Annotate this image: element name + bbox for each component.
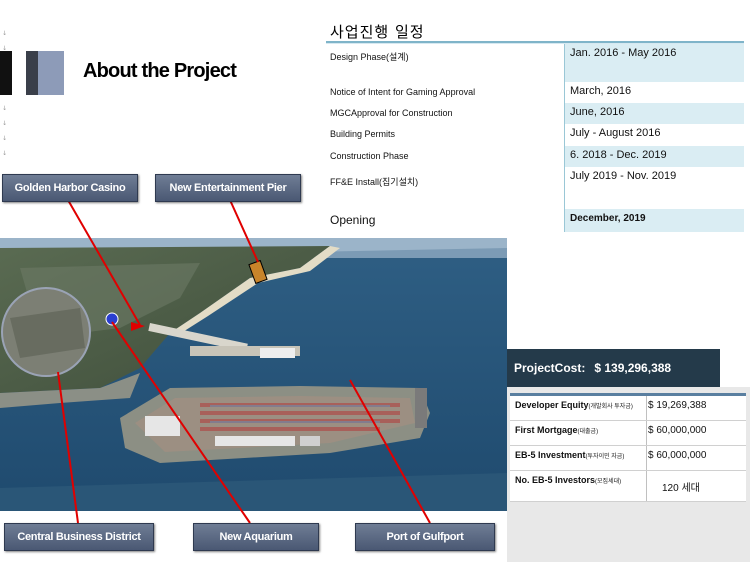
table-row: Developer Equity(개발회사 투자금) $ 19,269,388	[510, 396, 746, 421]
table-row: First Mortgage(대출금) $ 60,000,000	[510, 421, 746, 446]
financing-value: $ 60,000,000	[648, 450, 707, 461]
financing-label-text: Developer Equity	[515, 400, 589, 410]
financing-label: No. EB-5 Investors(모집세대)	[515, 475, 621, 485]
cell-divider	[646, 421, 647, 445]
financing-label: First Mortgage(대출금)	[515, 425, 598, 435]
financing-label: Developer Equity(개발회사 투자금)	[515, 400, 633, 410]
project-cost-label: ProjectCost:	[514, 361, 586, 375]
financing-label-note: (대출금)	[577, 429, 599, 435]
callout-central-business-district: Central Business District	[4, 523, 154, 551]
cell-divider	[646, 396, 647, 420]
project-cost-banner: ProjectCost: $ 139,296,388	[507, 349, 720, 387]
financing-label-note: (개발회사 투자금)	[588, 404, 633, 410]
financing-value: 120 세대	[662, 483, 700, 494]
financing-label-text: EB-5 Investment	[515, 450, 586, 460]
table-row: EB-5 Investment(투자이민 자금) $ 60,000,000	[510, 446, 746, 471]
financing-label-text: First Mortgage	[515, 425, 578, 435]
financing-value: $ 19,269,388	[648, 400, 707, 411]
cell-divider	[646, 471, 647, 501]
cell-divider	[646, 446, 647, 470]
callout-golden-harbor-casino: Golden Harbor Casino	[2, 174, 138, 202]
financing-label-note: (모집세대)	[595, 479, 622, 485]
table-row: No. EB-5 Investors(모집세대) 120 세대	[510, 471, 746, 502]
financing-label-note: (투자이민 자금)	[585, 454, 625, 460]
financing-label-text: No. EB-5 Investors	[515, 475, 596, 485]
callout-new-entertainment-pier: New Entertainment Pier	[155, 174, 301, 202]
callout-new-aquarium: New Aquarium	[193, 523, 319, 551]
financing-label: EB-5 Investment(투자이민 자금)	[515, 450, 624, 460]
financing-value: $ 60,000,000	[648, 425, 707, 436]
project-cost-value: $ 139,296,388	[594, 361, 672, 375]
callout-port-of-gulfport: Port of Gulfport	[355, 523, 495, 551]
financing-table: Developer Equity(개발회사 투자금) $ 19,269,388 …	[510, 393, 746, 502]
